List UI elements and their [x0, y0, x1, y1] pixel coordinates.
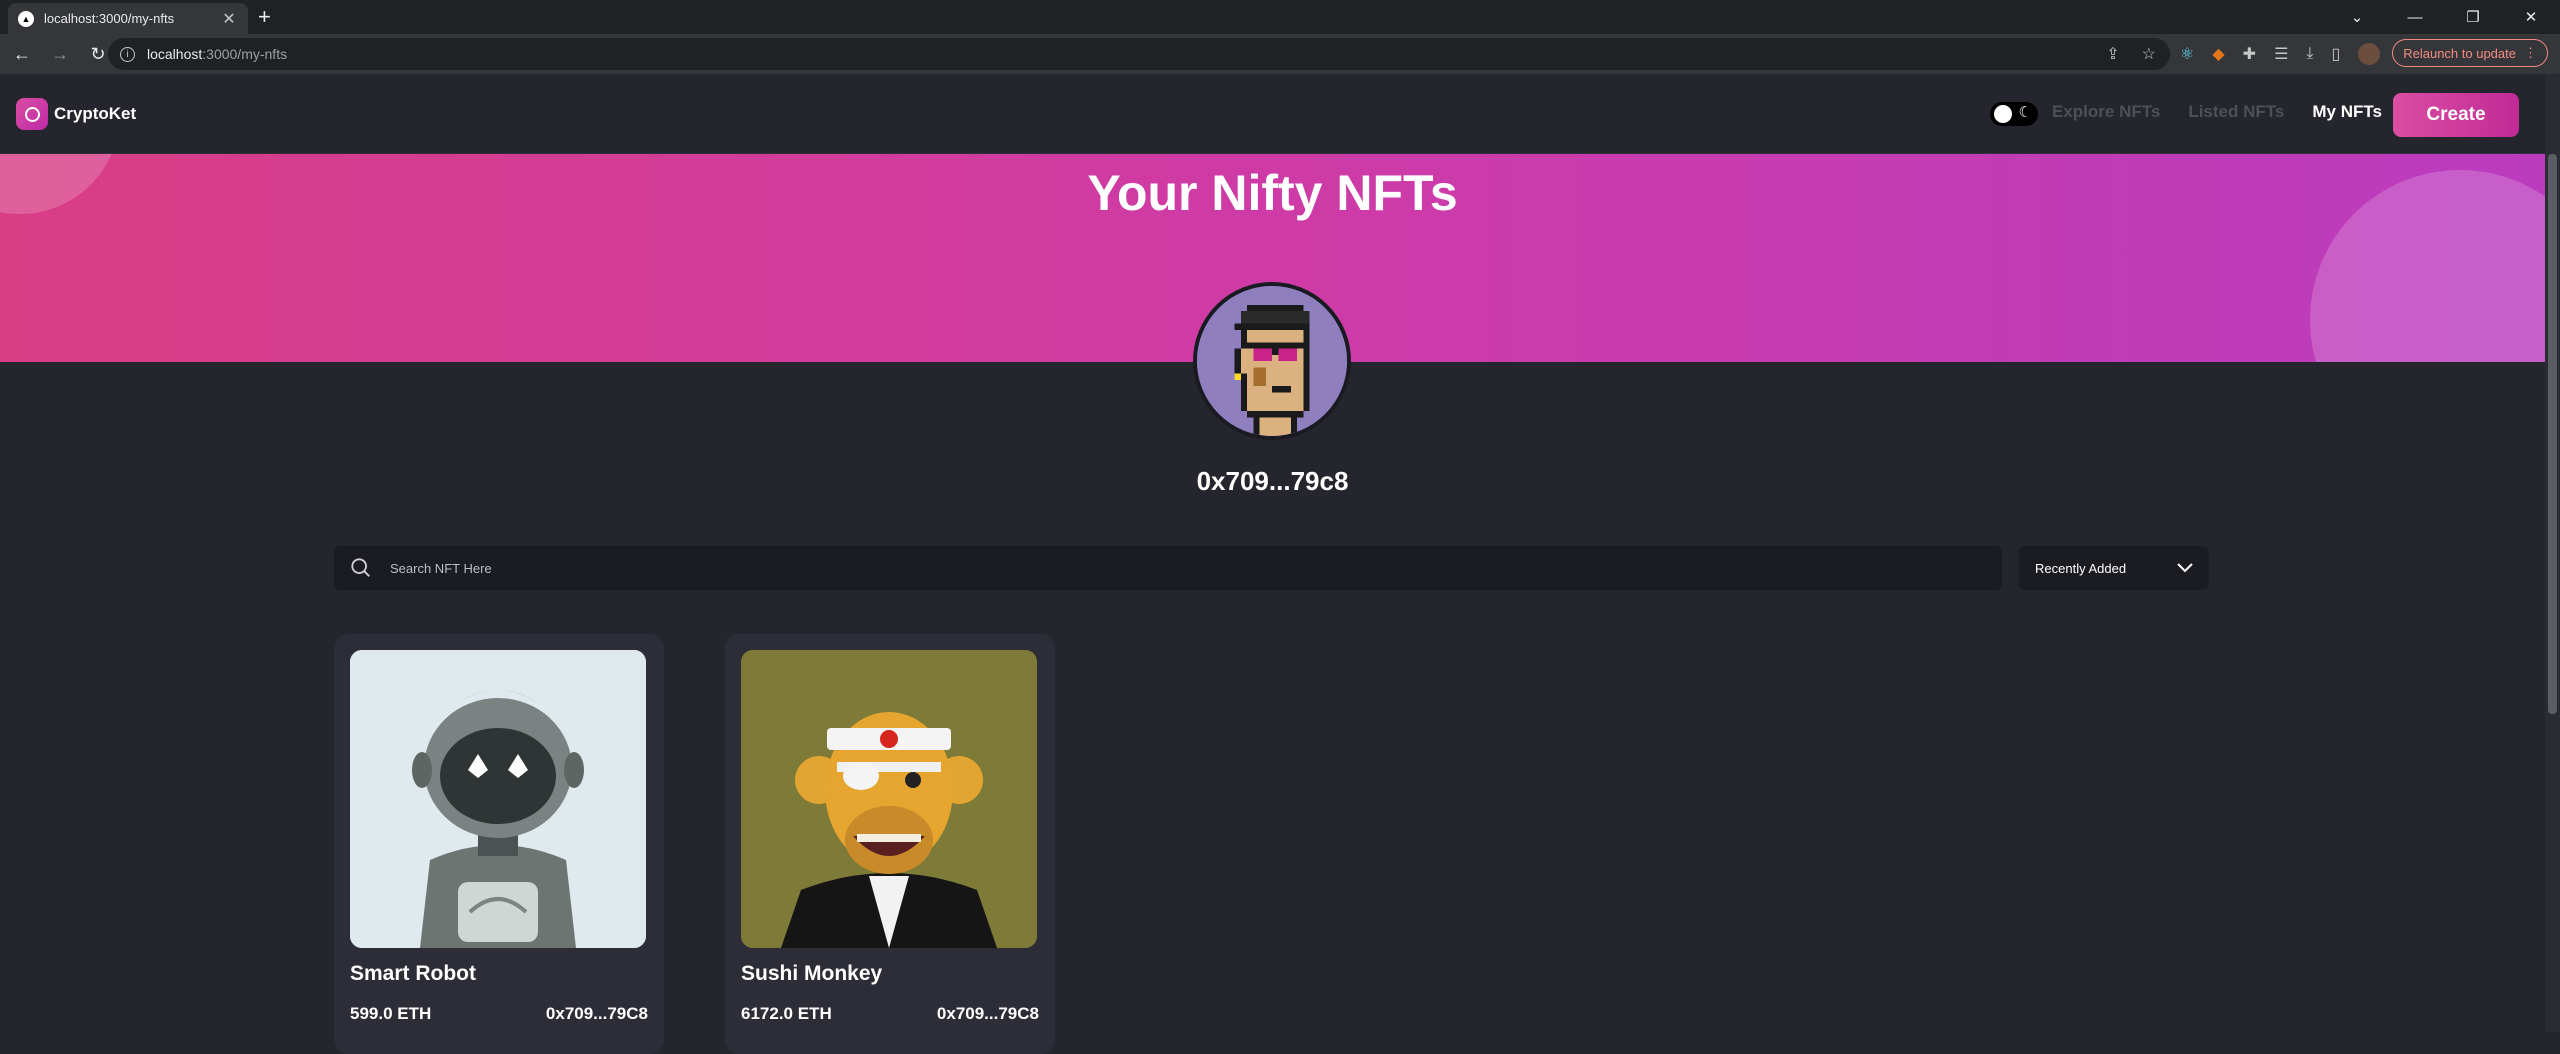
forward-icon[interactable]: → — [44, 38, 76, 70]
page-scrollbar[interactable] — [2545, 74, 2560, 1032]
omnibox-actions: ⇪ ☆ — [2106, 38, 2156, 70]
extensions-puzzle-icon[interactable]: ✚ — [2243, 44, 2256, 64]
more-vert-icon[interactable]: ⋮ — [2524, 45, 2537, 61]
close-window-icon[interactable]: ✕ — [2502, 8, 2560, 26]
nft-name: Sushi Monkey — [741, 962, 883, 985]
browser-tab[interactable]: ▲ localhost:3000/my-nfts ✕ — [8, 3, 248, 34]
metamask-icon[interactable]: ◆ — [2212, 44, 2224, 64]
download-icon[interactable]: ⤓ — [2306, 45, 2313, 63]
bookmark-star-icon[interactable]: ☆ — [2142, 44, 2156, 64]
nft-card[interactable]: Smart Robot 599.0 ETH 0x709...79C8 — [334, 634, 664, 1054]
moon-icon: ☾ — [2018, 104, 2032, 121]
extensions-area: ⚛ ◆ ✚ ☰ ⤓ ▯ — [2180, 38, 2381, 70]
window-controls: ⌄ — ❐ ✕ — [2328, 0, 2560, 34]
nft-image — [350, 650, 646, 948]
theme-toggle[interactable]: ☾ — [1990, 102, 2038, 126]
relaunch-label: Relaunch to update — [2403, 45, 2516, 61]
chevron-down-icon — [2177, 563, 2193, 573]
sort-select[interactable]: Recently Added — [2019, 546, 2209, 590]
nav-links: Explore NFTs Listed NFTs My NFTs — [2052, 102, 2382, 122]
sort-selected-label: Recently Added — [2035, 560, 2127, 576]
nft-price: 6172.0 ETH — [741, 1004, 832, 1023]
scrollbar-thumb[interactable] — [2548, 154, 2557, 714]
site-info-icon[interactable]: i — [120, 46, 135, 62]
create-button[interactable]: Create — [2393, 93, 2519, 137]
url-path: :3000/my-nfts — [202, 46, 288, 62]
side-panel-icon[interactable]: ▯ — [2331, 44, 2340, 64]
favicon-icon: ▲ — [18, 10, 34, 27]
nft-owner: 0x709...79C8 — [545, 1004, 648, 1023]
search-bar — [334, 546, 2002, 590]
toggle-knob — [1994, 105, 2012, 123]
url-host: localhost — [147, 46, 203, 62]
logo-text: CryptoKet — [54, 104, 137, 123]
relaunch-button[interactable]: Relaunch to update ⋮ — [2392, 39, 2548, 67]
reading-list-icon[interactable]: ☰ — [2274, 44, 2288, 64]
nft-price: 599.0 ETH — [350, 1004, 432, 1023]
search-icon — [351, 558, 370, 577]
tab-search-icon[interactable]: ⌄ — [2328, 8, 2386, 26]
profile-avatar-large — [1193, 282, 1351, 440]
wallet-address: 0x709...79c8 — [1196, 466, 1349, 496]
page-title: Your Nifty NFTs — [1087, 165, 1458, 221]
logo[interactable]: CryptoKet — [16, 98, 136, 130]
logo-icon — [16, 98, 48, 130]
minimize-icon[interactable]: — — [2386, 9, 2444, 26]
nft-name: Smart Robot — [350, 962, 476, 985]
browser-toolbar: ← → ↻ i localhost:3000/my-nfts ⇪ ☆ ⚛ ◆ ✚… — [0, 34, 2560, 74]
restore-icon[interactable]: ❐ — [2444, 8, 2502, 26]
profile-avatar[interactable] — [2358, 43, 2381, 65]
tab-title: localhost:3000/my-nfts — [44, 11, 175, 26]
new-tab-icon[interactable]: + — [258, 4, 271, 30]
back-icon[interactable]: ← — [6, 38, 38, 70]
browser-tabbar: ▲ localhost:3000/my-nfts ✕ + ⌄ — ❐ ✕ — [0, 0, 2560, 34]
nft-owner: 0x709...79C8 — [936, 1004, 1039, 1023]
nav-listed-nfts[interactable]: Listed NFTs — [2188, 102, 2284, 122]
app-navbar: CryptoKet ☾ Explore NFTs Listed NFTs My … — [0, 74, 2545, 154]
react-devtools-icon[interactable]: ⚛ — [2180, 44, 2194, 64]
nav-explore-nfts[interactable]: Explore NFTs — [2052, 102, 2160, 122]
address-bar[interactable]: i localhost:3000/my-nfts ⇪ ☆ — [108, 38, 2170, 70]
nft-card[interactable]: Sushi Monkey 6172.0 ETH 0x709...79C8 — [725, 634, 1055, 1054]
close-icon[interactable]: ✕ — [220, 9, 238, 29]
share-icon[interactable]: ⇪ — [2106, 44, 2119, 64]
search-input[interactable] — [390, 560, 1986, 576]
nav-my-nfts[interactable]: My NFTs — [2312, 102, 2382, 122]
nft-image — [741, 650, 1037, 948]
